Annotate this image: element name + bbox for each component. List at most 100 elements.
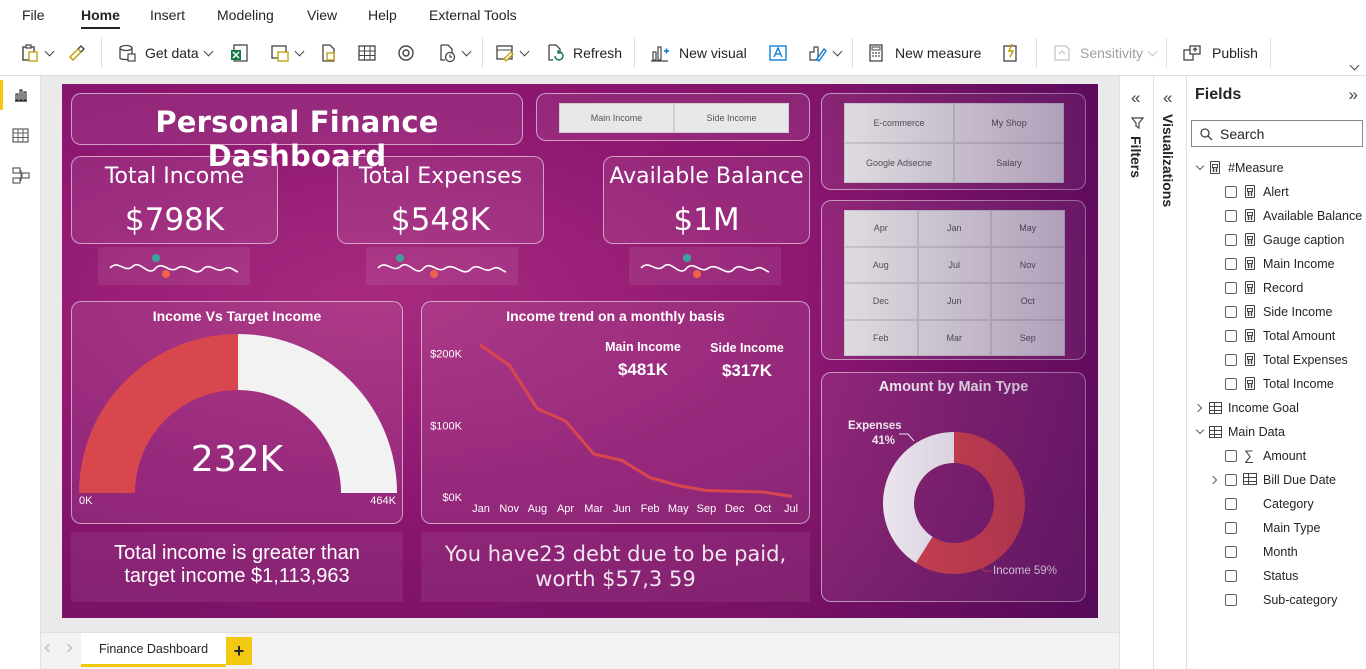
- slicer-month-nov[interactable]: Nov: [991, 246, 1065, 283]
- expand-double-chevron-icon[interactable]: »: [1349, 85, 1358, 105]
- trend-data-point[interactable]: [507, 363, 511, 367]
- field-alert[interactable]: Alert: [1187, 181, 1366, 203]
- trend-data-point[interactable]: [564, 419, 568, 423]
- field-checkbox[interactable]: [1225, 378, 1237, 390]
- add-page-plus-icon[interactable]: +: [226, 637, 252, 665]
- quick-measure-button[interactable]: [1000, 40, 1020, 66]
- dataverse-button[interactable]: [318, 40, 338, 66]
- field-checkbox[interactable]: [1225, 306, 1237, 318]
- menu-insert[interactable]: Insert: [150, 7, 185, 23]
- page-tab-finance-dashboard[interactable]: Finance Dashboard: [81, 633, 226, 667]
- recent-sources-button[interactable]: [437, 40, 472, 66]
- collapse-caret-icon[interactable]: [1193, 403, 1203, 413]
- collapse-double-chevron-icon[interactable]: «: [1163, 88, 1172, 108]
- field-available-balance[interactable]: Available Balance: [1187, 205, 1366, 227]
- trend-data-point[interactable]: [620, 458, 624, 462]
- slicer-month-apr[interactable]: Apr: [844, 210, 918, 247]
- field-record[interactable]: Record: [1187, 277, 1366, 299]
- model-view-button[interactable]: [0, 156, 41, 194]
- data-view-button[interactable]: [0, 116, 41, 154]
- slicer-month-dec[interactable]: Dec: [844, 283, 918, 320]
- slicer-main-income[interactable]: Main Income: [559, 103, 674, 133]
- slicer-month-feb[interactable]: Feb: [844, 319, 918, 356]
- field-month[interactable]: Month: [1187, 541, 1366, 563]
- publish-button[interactable]: Publish: [1182, 40, 1258, 66]
- trend-data-point[interactable]: [592, 452, 596, 456]
- menu-home[interactable]: Home: [81, 7, 120, 29]
- slicer-month-jul[interactable]: Jul: [917, 246, 991, 283]
- field-amount[interactable]: ∑ Amount: [1187, 445, 1366, 467]
- field-table-income-goal[interactable]: Income Goal: [1187, 397, 1366, 419]
- menu-file[interactable]: File: [22, 7, 45, 23]
- expand-caret-icon[interactable]: [1195, 161, 1205, 171]
- slicer-month-aug[interactable]: Aug: [844, 246, 918, 283]
- field-status[interactable]: Status: [1187, 565, 1366, 587]
- field-checkbox[interactable]: [1225, 186, 1237, 198]
- field-checkbox[interactable]: [1225, 450, 1237, 462]
- next-page-arrow-icon[interactable]: [63, 643, 73, 653]
- field-checkbox[interactable]: [1225, 594, 1237, 606]
- slicer-month-jun[interactable]: Jun: [917, 283, 991, 320]
- trend-data-point[interactable]: [704, 489, 708, 493]
- field-gauge-caption[interactable]: Gauge caption: [1187, 229, 1366, 251]
- filters-pane[interactable]: « Filters: [1119, 76, 1153, 669]
- field-table-main-data[interactable]: Main Data: [1187, 421, 1366, 443]
- get-data-button[interactable]: Get data: [117, 40, 214, 66]
- field-total-amount[interactable]: Total Amount: [1187, 325, 1366, 347]
- field-category[interactable]: Category: [1187, 493, 1366, 515]
- collapse-ribbon-icon[interactable]: [1349, 60, 1360, 71]
- field-checkbox[interactable]: [1225, 474, 1237, 486]
- field-side-income[interactable]: Side Income: [1187, 301, 1366, 323]
- prev-page-arrow-icon[interactable]: [44, 643, 54, 653]
- field-checkbox[interactable]: [1225, 522, 1237, 534]
- collapse-double-chevron-icon[interactable]: «: [1131, 88, 1140, 108]
- enter-data-button[interactable]: [357, 40, 377, 66]
- dataset-button[interactable]: [270, 40, 305, 66]
- trend-data-point[interactable]: [648, 476, 652, 480]
- field-total-income[interactable]: Total Income: [1187, 373, 1366, 395]
- excel-button[interactable]: [230, 40, 250, 66]
- field-checkbox[interactable]: [1225, 570, 1237, 582]
- trend-data-point[interactable]: [535, 407, 539, 411]
- field-checkbox[interactable]: [1225, 354, 1237, 366]
- slicer-salary[interactable]: Salary: [954, 143, 1064, 183]
- menu-external-tools[interactable]: External Tools: [429, 7, 517, 23]
- field-table--measure[interactable]: #Measure: [1187, 157, 1366, 179]
- new-visual-button[interactable]: New visual: [650, 40, 747, 66]
- menu-help[interactable]: Help: [368, 7, 397, 23]
- trend-data-point[interactable]: [479, 344, 483, 348]
- field-checkbox[interactable]: [1225, 210, 1237, 222]
- field-total-expenses[interactable]: Total Expenses: [1187, 349, 1366, 371]
- field-bill-due-date[interactable]: Bill Due Date: [1187, 469, 1366, 491]
- paste-button[interactable]: [20, 40, 55, 66]
- menu-modeling[interactable]: Modeling: [217, 7, 274, 23]
- field-main-type[interactable]: Main Type: [1187, 517, 1366, 539]
- fields-search-input[interactable]: Search: [1191, 120, 1363, 147]
- trend-data-point[interactable]: [761, 490, 765, 494]
- field-checkbox[interactable]: [1225, 234, 1237, 246]
- slicer-month-jan[interactable]: Jan: [917, 210, 991, 247]
- report-view-button[interactable]: [0, 76, 41, 114]
- text-box-button[interactable]: [768, 40, 788, 66]
- sensitivity-button[interactable]: Sensitivity: [1052, 40, 1158, 66]
- slicer-my-shop[interactable]: My Shop: [954, 103, 1064, 143]
- field-checkbox[interactable]: [1225, 546, 1237, 558]
- field-checkbox[interactable]: [1225, 282, 1237, 294]
- expand-caret-icon[interactable]: [1208, 475, 1218, 485]
- field-checkbox[interactable]: [1225, 498, 1237, 510]
- refresh-button[interactable]: Refresh: [545, 40, 622, 66]
- slicer-side-income[interactable]: Side Income: [674, 103, 789, 133]
- new-measure-button[interactable]: New measure: [866, 40, 981, 66]
- slicer-month-mar[interactable]: Mar: [917, 319, 991, 356]
- expand-caret-icon[interactable]: [1195, 425, 1205, 435]
- slicer-google-adsense[interactable]: Google Adsecne: [844, 143, 954, 183]
- transform-data-button[interactable]: [495, 40, 530, 66]
- trend-data-point[interactable]: [789, 494, 793, 498]
- field-checkbox[interactable]: [1225, 330, 1237, 342]
- trend-data-point[interactable]: [676, 484, 680, 488]
- slicer-month-may[interactable]: May: [991, 210, 1065, 247]
- field-main-income[interactable]: Main Income: [1187, 253, 1366, 275]
- slicer-month-oct[interactable]: Oct: [991, 283, 1065, 320]
- format-painter-button[interactable]: [66, 40, 86, 66]
- more-visuals-button[interactable]: [808, 40, 843, 66]
